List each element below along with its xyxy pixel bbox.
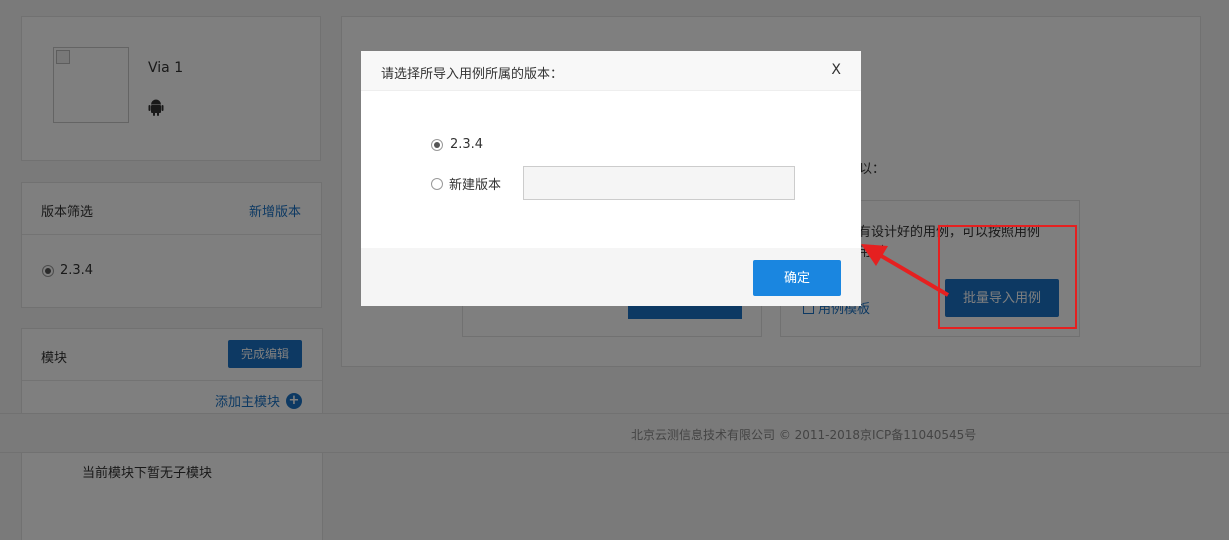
new-version-label: 新建版本 <box>449 178 502 193</box>
dialog-footer: 确定 <box>361 248 861 306</box>
existing-version-radio[interactable]: 2.3.4 <box>431 137 483 152</box>
radio-checked-icon[interactable] <box>431 138 443 151</box>
new-version-radio[interactable]: 新建版本 <box>431 174 501 193</box>
dialog-title: 请选择所导入用例所属的版本： <box>381 67 564 82</box>
existing-version-label: 2.3.4 <box>450 137 484 152</box>
close-icon[interactable]: X <box>831 62 841 78</box>
dialog-body: 2.3.4 新建版本 <box>361 91 861 248</box>
radio-unchecked-icon[interactable] <box>431 177 443 190</box>
version-select-dialog: 请选择所导入用例所属的版本： X 2.3.4 新建版本 确定 <box>361 51 861 306</box>
new-version-input[interactable] <box>523 166 795 200</box>
dialog-header: 请选择所导入用例所属的版本： X <box>361 51 861 91</box>
annotation-highlight-box <box>938 225 1077 329</box>
confirm-button[interactable]: 确定 <box>753 260 841 296</box>
